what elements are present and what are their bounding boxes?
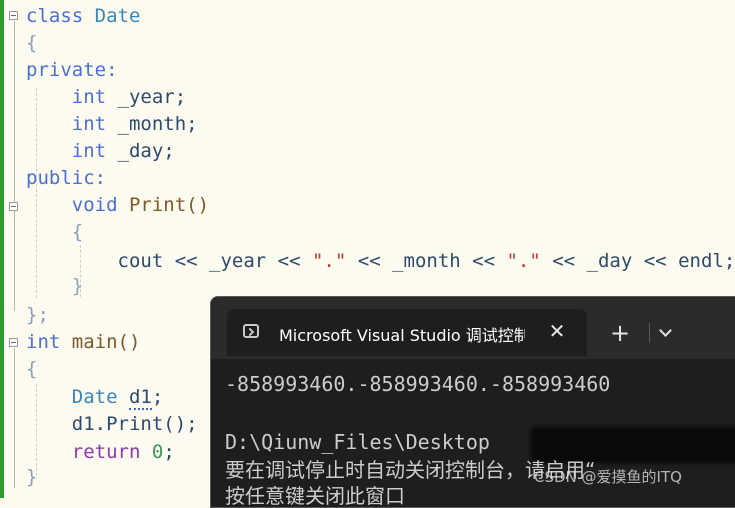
console-titlebar[interactable]: Microsoft Visual Studio 调试控制台 ✕ + [211,297,735,359]
keyword-int: int [26,331,61,353]
code-line-7: public: [26,167,107,189]
code-line-11: } [26,275,84,297]
console-output-line: -858993460.-858993460.-858993460 [225,372,611,396]
fold-toggle-class[interactable] [9,11,18,20]
type-name: Date [94,5,141,27]
watermark: CSDN @爱摸鱼的ITQ [534,468,682,486]
code-line-9: { [26,221,84,243]
keyword-class: class [26,5,95,27]
variable-d1[interactable]: d1 [128,386,152,410]
titlebar-divider [649,323,650,343]
keyword-int: int [71,113,107,135]
console-output-line: 按任意键关闭此窗口 [225,484,405,508]
console-output-line: D:\Qiunw_Files\Desktop [225,430,490,454]
code-line-10: cout << _year << "." << _month << "." <<… [26,250,735,272]
chevron-down-icon[interactable] [653,319,679,347]
code-line-17: return 0; [71,441,175,463]
code-line-13: int main() [26,331,141,353]
code-line-14: { [26,358,38,380]
terminal-icon [243,324,259,338]
keyword-void: void [71,194,118,216]
code-line-2: { [26,32,38,54]
console-tab[interactable]: Microsoft Visual Studio 调试控制台 ✕ [227,309,587,356]
tab-title: Microsoft Visual Studio 调试控制台 [279,326,525,345]
code-line-8: void Print() [71,194,210,216]
change-indicator-bar [0,0,4,498]
code-line-3: private: [26,59,118,81]
code-line-16: d1.Print(); [26,413,198,435]
fold-region-line [14,21,15,311]
new-tab-button[interactable]: + [606,319,634,347]
fold-toggle-main[interactable] [9,338,18,347]
keyword-int: int [71,86,107,108]
fold-region-line-main [14,348,15,488]
keyword-int: int [71,140,107,162]
fold-toggle-print[interactable] [9,202,18,211]
code-line-15: Date d1; [26,386,164,410]
code-line-4: int _year; [71,86,187,108]
code-line-12: }; [26,304,49,326]
code-line-6: int _day; [71,140,175,162]
code-line-1: class Date [26,3,140,30]
code-line-18: } [26,466,38,488]
close-tab-button[interactable]: ✕ [543,317,571,345]
keyword-return: return [71,441,141,463]
code-line-5: int _month; [71,113,198,135]
